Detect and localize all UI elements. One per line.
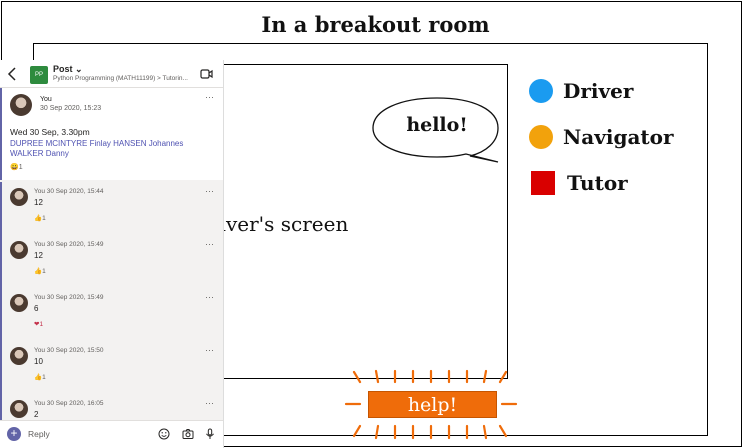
driver-screen-label: river's screen — [210, 212, 349, 236]
navigator-swatch — [529, 125, 553, 149]
post-author: You — [40, 96, 52, 103]
more-options-icon[interactable]: ··· — [205, 92, 214, 102]
legend-navigator: Navigator — [529, 114, 674, 160]
slide-title: In a breakout room — [261, 12, 490, 37]
reply-input[interactable] — [28, 425, 148, 443]
reply-meta: You 30 Sep 2020, 15:49 — [34, 241, 104, 248]
avatar — [10, 241, 28, 259]
legend-driver: Driver — [529, 68, 674, 114]
reply-meta: You 30 Sep 2020, 15:50 — [34, 347, 104, 354]
reaction-badge[interactable]: ❤1 — [34, 320, 43, 328]
reply-meta: You 30 Sep 2020, 16:05 — [34, 400, 104, 407]
driver-swatch — [529, 79, 553, 103]
role-legend: Driver Navigator Tutor — [529, 68, 674, 206]
reply-item: You 30 Sep 2020, 15:49 ··· 12 👍1 — [0, 235, 223, 288]
avatar — [10, 94, 32, 116]
reply-text: 2 — [34, 410, 39, 419]
more-options-icon[interactable]: ··· — [205, 239, 214, 249]
back-arrow-icon[interactable] — [6, 66, 18, 82]
reply-item: You 30 Sep 2020, 15:44 ··· 12 👍1 — [0, 182, 223, 235]
post-body: Wed 30 Sep, 3.30pm — [10, 127, 90, 137]
reaction-badge[interactable]: 👍1 — [34, 267, 46, 275]
post-mentions[interactable]: DUPREE MCINTYRE Finlay HANSEN Johannes W… — [10, 139, 210, 159]
help-button[interactable]: help! — [368, 391, 497, 418]
more-options-icon[interactable]: ··· — [205, 186, 214, 196]
microphone-icon[interactable] — [204, 428, 216, 440]
reply-meta: You 30 Sep 2020, 15:44 — [34, 188, 104, 195]
camera-icon[interactable] — [182, 428, 194, 440]
reaction-badge[interactable]: 👍1 — [34, 373, 46, 381]
legend-tutor: Tutor — [529, 160, 674, 206]
reaction-badge[interactable]: 👍1 — [34, 214, 46, 222]
video-call-icon[interactable] — [200, 68, 213, 80]
legend-label: Driver — [563, 79, 634, 103]
avatar — [10, 347, 28, 365]
speech-bubble-text: hello! — [406, 114, 468, 136]
reply-composer: + — [0, 420, 223, 448]
tutor-swatch — [531, 171, 555, 195]
avatar — [10, 294, 28, 312]
reply-text: 12 — [34, 251, 43, 260]
root-post: You 30 Sep 2020, 15:23 ··· Wed 30 Sep, 3… — [0, 88, 223, 180]
reply-text: 10 — [34, 357, 43, 366]
reply-meta: You 30 Sep 2020, 15:49 — [34, 294, 104, 301]
legend-label: Navigator — [563, 125, 674, 149]
channel-breadcrumb: Python Programming (MATH11199) > Tutorin… — [53, 75, 188, 82]
reply-text: 6 — [34, 304, 39, 313]
help-label: help! — [407, 393, 458, 416]
avatar — [10, 188, 28, 206]
reply-item: You 30 Sep 2020, 15:49 ··· 6 ❤1 — [0, 288, 223, 341]
reply-text: 12 — [34, 198, 43, 207]
team-logo: PP — [30, 66, 48, 84]
reply-item: You 30 Sep 2020, 15:50 ··· 10 👍1 — [0, 341, 223, 394]
avatar — [10, 400, 28, 418]
reaction-badge[interactable]: 😀1 — [10, 163, 23, 171]
more-options-icon[interactable]: ··· — [205, 292, 214, 302]
more-options-icon[interactable]: ··· — [205, 345, 214, 355]
legend-label: Tutor — [567, 171, 628, 195]
post-title-text: Post — [53, 64, 73, 74]
teams-header: PP Post ⌄ Python Programming (MATH11199)… — [0, 60, 223, 88]
emoji-icon[interactable] — [158, 428, 170, 440]
post-title[interactable]: Post ⌄ — [53, 64, 83, 75]
post-timestamp: 30 Sep 2020, 15:23 — [40, 105, 102, 112]
chevron-down-icon: ⌄ — [75, 64, 83, 74]
teams-chat-panel: PP Post ⌄ Python Programming (MATH11199)… — [0, 60, 224, 448]
more-options-icon[interactable]: ··· — [205, 398, 214, 408]
add-attachment-button[interactable]: + — [7, 427, 21, 441]
